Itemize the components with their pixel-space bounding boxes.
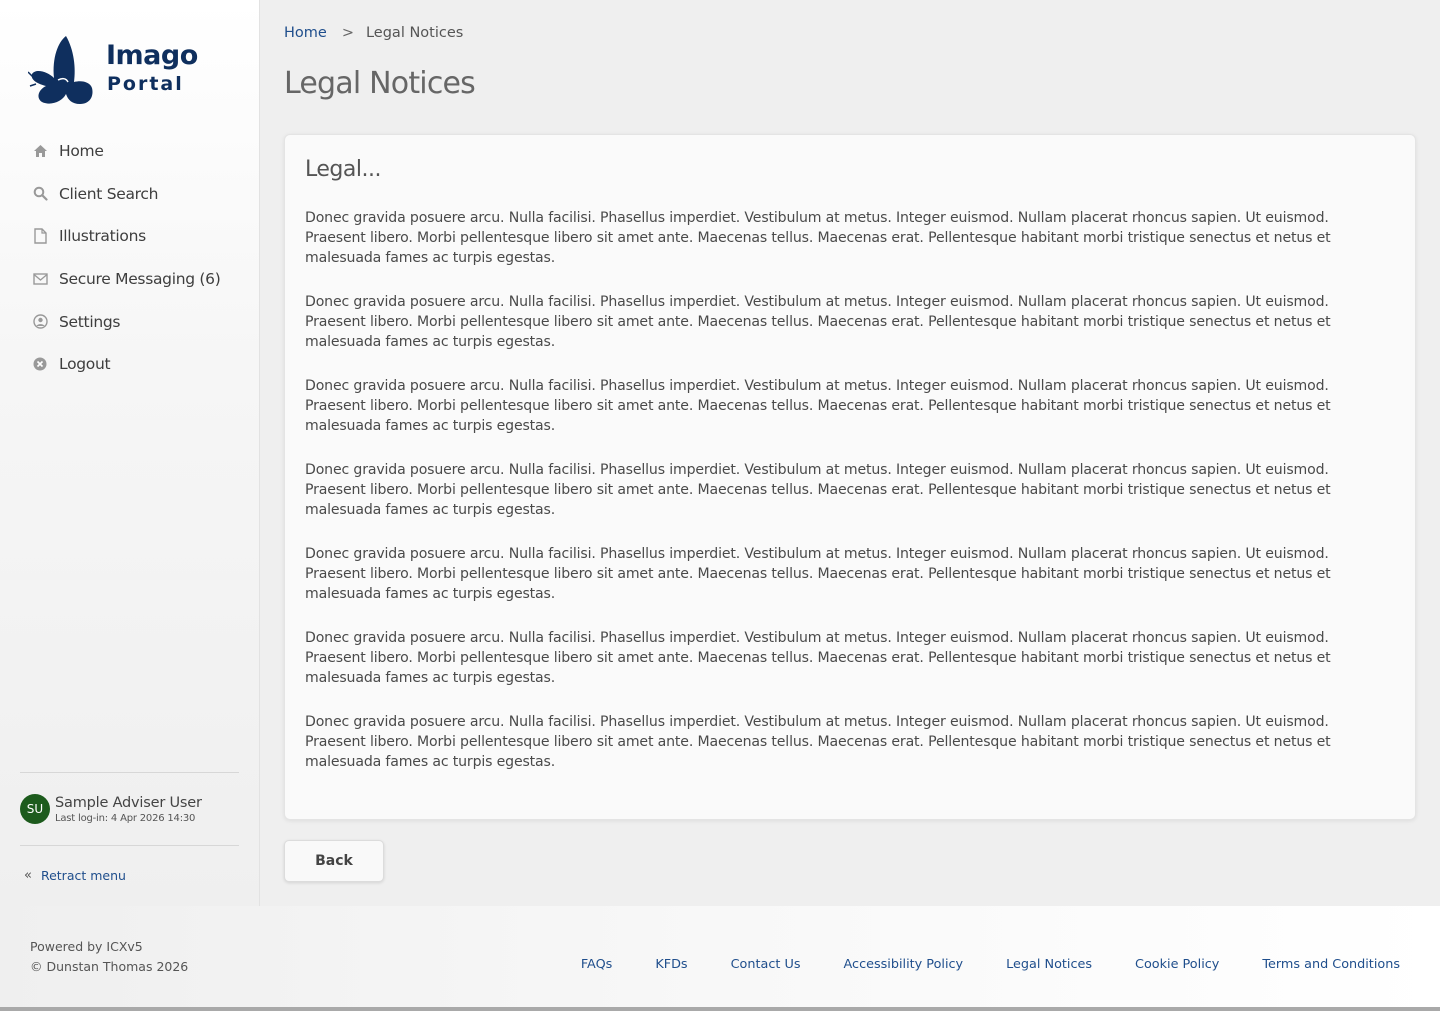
- breadcrumb-home-link[interactable]: Home: [284, 25, 327, 41]
- legal-paragraph: Donec gravida posuere arcu. Nulla facili…: [305, 546, 1331, 602]
- footer-link-legal-notices[interactable]: Legal Notices: [1006, 957, 1092, 972]
- footer-link-cookie-policy[interactable]: Cookie Policy: [1135, 957, 1219, 972]
- sidebar-divider: [20, 772, 239, 773]
- imago-portal-logo[interactable]: Imago Portal: [28, 28, 198, 108]
- last-login: Last log-in: 4 Apr 2026 14:30: [55, 812, 196, 824]
- footer-bottom-border: [0, 1007, 1440, 1011]
- sidebar-item-label: Illustrations: [59, 227, 146, 246]
- sidebar: Imago Portal Home Client Search Illustra…: [0, 0, 260, 906]
- retract-menu-link[interactable]: « Retract menu: [24, 868, 126, 883]
- footer-links: FAQs KFDs Contact Us Accessibility Polic…: [538, 957, 1400, 972]
- sidebar-item-label: Client Search: [59, 184, 159, 203]
- footer-link-terms-and-conditions[interactable]: Terms and Conditions: [1262, 957, 1400, 972]
- copyright-text: © Dunstan Thomas 2026: [30, 959, 189, 974]
- legal-paragraph: Donec gravida posuere arcu. Nulla facili…: [305, 462, 1331, 518]
- legal-paragraph: Donec gravida posuere arcu. Nulla facili…: [305, 294, 1331, 350]
- logo-word-imago: Imago: [106, 40, 198, 71]
- sidebar-item-secure-messaging[interactable]: Secure Messaging (6): [0, 258, 260, 301]
- footer-link-kfds[interactable]: KFDs: [655, 957, 687, 972]
- footer: Powered by ICXv5 © Dunstan Thomas 2026 F…: [0, 906, 1440, 1007]
- legal-paragraph: Donec gravida posuere arcu. Nulla facili…: [305, 630, 1331, 686]
- butterfly-logo-icon: [28, 36, 93, 104]
- logo-word-portal: Portal: [107, 73, 184, 95]
- envelope-icon: [32, 271, 48, 287]
- user-profile: SU Sample Adviser User Last log-in: 4 Ap…: [20, 794, 202, 824]
- avatar[interactable]: SU: [20, 794, 50, 824]
- sidebar-item-label: Home: [59, 142, 104, 161]
- sidebar-item-label: Settings: [59, 312, 121, 331]
- home-icon: [32, 143, 48, 159]
- user-circle-icon: [32, 314, 48, 330]
- sidebar-item-logout[interactable]: Logout: [0, 343, 260, 386]
- sidebar-divider: [20, 845, 239, 846]
- sidebar-item-label: Secure Messaging (6): [59, 270, 221, 289]
- card-title: Legal...: [305, 157, 381, 182]
- legal-card: Legal... Donec gravida posuere arcu. Nul…: [284, 134, 1416, 820]
- double-chevron-left-icon: «: [24, 868, 32, 883]
- breadcrumb-separator: >: [341, 25, 354, 41]
- sidebar-item-label: Logout: [59, 355, 111, 374]
- footer-credits: Powered by ICXv5 © Dunstan Thomas 2026: [30, 937, 188, 977]
- sidebar-item-illustrations[interactable]: Illustrations: [0, 215, 260, 258]
- footer-link-contact-us[interactable]: Contact Us: [731, 957, 801, 972]
- close-circle-icon: [32, 356, 48, 372]
- legal-paragraph: Donec gravida posuere arcu. Nulla facili…: [305, 714, 1331, 770]
- page-title: Legal Notices: [284, 66, 476, 101]
- sidebar-nav: Home Client Search Illustrations Secure …: [0, 130, 260, 386]
- sidebar-item-settings[interactable]: Settings: [0, 300, 260, 343]
- powered-by-text: Powered by ICXv5: [30, 939, 143, 954]
- breadcrumb-current: Legal Notices: [365, 25, 464, 41]
- search-icon: [32, 186, 48, 202]
- retract-menu-label: Retract menu: [40, 868, 126, 883]
- footer-link-accessibility-policy[interactable]: Accessibility Policy: [844, 957, 964, 972]
- footer-link-faqs[interactable]: FAQs: [581, 957, 612, 972]
- legal-paragraph: Donec gravida posuere arcu. Nulla facili…: [305, 378, 1331, 434]
- document-icon: [32, 228, 48, 245]
- user-name: Sample Adviser User: [55, 794, 202, 811]
- sidebar-item-home[interactable]: Home: [0, 130, 260, 173]
- legal-paragraph: Donec gravida posuere arcu. Nulla facili…: [305, 210, 1331, 266]
- breadcrumb: Home > Legal Notices: [284, 25, 463, 41]
- sidebar-item-client-search[interactable]: Client Search: [0, 173, 260, 216]
- back-button[interactable]: Back: [284, 840, 384, 882]
